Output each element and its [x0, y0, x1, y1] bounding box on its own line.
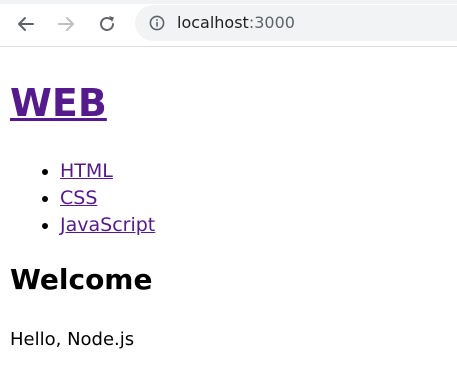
back-arrow-icon	[18, 17, 34, 31]
address-bar[interactable]: localhost:3000	[135, 5, 457, 41]
page-content: WEB HTML CSS JavaScript Welcome Hello, N…	[0, 48, 457, 367]
nav-list: HTML CSS JavaScript	[0, 158, 155, 239]
html-link[interactable]: HTML	[60, 160, 113, 182]
address-url[interactable]: localhost:3000	[177, 13, 295, 33]
list-item: CSS	[60, 185, 155, 212]
back-button[interactable]	[12, 10, 40, 38]
body-text: Hello, Node.js	[10, 329, 135, 350]
forward-arrow-icon	[58, 17, 74, 31]
tab-strip	[0, 0, 457, 4]
info-icon[interactable]	[149, 15, 165, 31]
url-port: :3000	[248, 13, 295, 32]
javascript-link[interactable]: JavaScript	[60, 214, 155, 236]
section-title: Welcome	[10, 263, 153, 296]
page-heading: WEB	[10, 81, 107, 125]
reload-icon	[100, 16, 114, 31]
reload-button[interactable]	[93, 10, 121, 38]
list-item: JavaScript	[60, 212, 155, 239]
browser-toolbar: localhost:3000	[0, 0, 457, 47]
url-host: localhost	[177, 13, 249, 32]
forward-button[interactable]	[52, 10, 80, 38]
list-item: HTML	[60, 158, 155, 185]
home-link[interactable]: WEB	[10, 81, 107, 125]
css-link[interactable]: CSS	[60, 187, 97, 209]
